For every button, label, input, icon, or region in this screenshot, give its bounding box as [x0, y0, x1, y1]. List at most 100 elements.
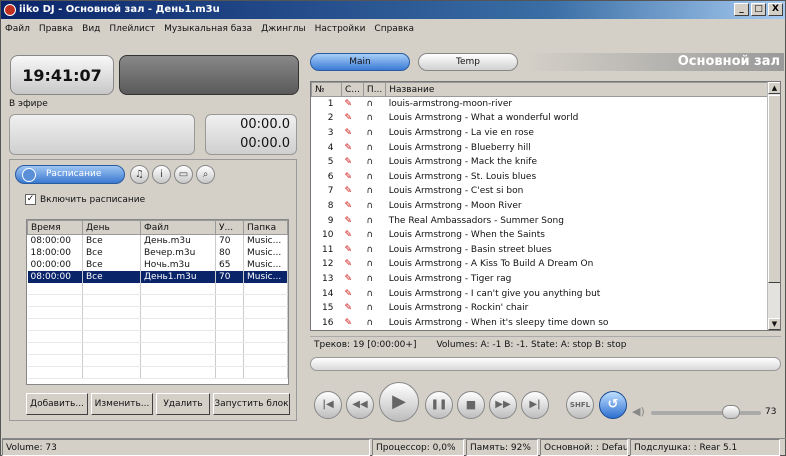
headphones-icon[interactable]: ∩: [363, 126, 385, 141]
playlist-row[interactable]: 3 ✎ ∩ Louis Armstrong - La vie en rose: [312, 126, 769, 141]
headphones-icon[interactable]: ∩: [363, 272, 385, 287]
playlist-row[interactable]: 6 ✎ ∩ Louis Armstrong - St. Louis blues: [312, 169, 769, 184]
menu-view[interactable]: Вид: [82, 20, 100, 38]
headphones-icon[interactable]: ∩: [363, 155, 385, 170]
cell-time: 18:00:00: [27, 246, 83, 259]
track-number: 9: [327, 215, 334, 226]
headphones-icon[interactable]: ∩: [363, 242, 385, 257]
pin-icon: ✎: [344, 157, 353, 168]
track-number: 2: [327, 113, 334, 124]
add-button[interactable]: Добавить...: [26, 393, 88, 415]
tab-main[interactable]: Main: [310, 53, 410, 71]
status-bar: Volume: 73 Процессор: 0,0% Память: 92% О…: [2, 438, 786, 456]
playlist-row[interactable]: 9 ✎ ∩ The Real Ambassadors - Summer Song: [312, 213, 769, 228]
menu-help[interactable]: Справка: [374, 20, 414, 38]
playlist-row[interactable]: 11 ✎ ∩ Louis Armstrong - Basin street blues: [312, 242, 769, 257]
track-title: Louis Armstrong - When it's sleepy time …: [388, 317, 609, 328]
playlist-row[interactable]: 12 ✎ ∩ Louis Armstrong - A Kiss To Build A …: [312, 257, 769, 272]
col-time[interactable]: Время: [27, 220, 83, 235]
cell-folder: Music...: [243, 258, 288, 271]
rewind-icon[interactable]: ◀◀: [346, 391, 374, 419]
playlist-row[interactable]: 14 ✎ ∩ Louis Armstrong - I can't give you a…: [312, 286, 769, 301]
playlist-row[interactable]: 2 ✎ ∩ Louis Armstrong - What a wonderful wo…: [312, 111, 769, 126]
playlist-row[interactable]: 10 ✎ ∩ Louis Armstrong - When the Saints: [312, 228, 769, 243]
stop-icon[interactable]: ■: [457, 391, 485, 419]
col-folder[interactable]: Папка: [243, 220, 288, 235]
forward-icon[interactable]: ▶▶: [489, 391, 517, 419]
headphones-icon[interactable]: ∩: [363, 140, 385, 155]
headphones-icon[interactable]: ∩: [363, 111, 385, 126]
cell-folder: Music...: [243, 246, 288, 259]
track-number: 14: [322, 288, 334, 299]
playlist-scrollbar[interactable]: ▲ ▼: [767, 82, 780, 330]
scroll-up-arrow-icon[interactable]: ▲: [768, 82, 780, 94]
search-icon[interactable]: ⌕: [196, 165, 215, 184]
headphones-icon[interactable]: ∩: [363, 286, 385, 301]
music-note-icon[interactable]: ♫: [130, 165, 149, 184]
playlist-row[interactable]: 15 ✎ ∩ Louis Armstrong - Rockin' chair: [312, 301, 769, 316]
headphones-icon[interactable]: ∩: [363, 199, 385, 214]
col-file[interactable]: Файл: [140, 220, 216, 235]
cell-file: День.m3u: [140, 234, 216, 247]
cell-time: 08:00:00: [27, 270, 83, 283]
menu-file[interactable]: Файл: [5, 20, 30, 38]
col-number[interactable]: №: [311, 82, 342, 97]
col-volume[interactable]: У...: [215, 220, 244, 235]
shuffle-button[interactable]: SHFL: [566, 391, 594, 419]
delete-button[interactable]: Удалить: [156, 393, 210, 415]
maximize-button[interactable]: □: [751, 3, 766, 16]
folder-icon[interactable]: ▭: [174, 165, 193, 184]
col-title[interactable]: Название: [385, 82, 769, 97]
headphones-icon[interactable]: ∩: [363, 228, 385, 243]
app-window: iiko DJ - Основной зал - День1.m3u _ □ X…: [0, 0, 786, 456]
scroll-down-arrow-icon[interactable]: ▼: [768, 318, 780, 330]
track-progress-bar[interactable]: [310, 357, 781, 371]
table-row[interactable]: 08:00:00 Все День.m3u 70 Music...: [27, 234, 288, 247]
playlist-row[interactable]: 13 ✎ ∩ Louis Armstrong - Tiger rag: [312, 272, 769, 287]
pause-icon[interactable]: ❚❚: [425, 391, 453, 419]
minimize-button[interactable]: _: [734, 3, 749, 16]
volume-slider[interactable]: [651, 411, 761, 415]
volume-knob[interactable]: [722, 405, 741, 419]
tab-temp[interactable]: Temp: [418, 53, 518, 71]
table-row-selected[interactable]: 08:00:00 Все День1.m3u 70 Music...: [27, 270, 288, 283]
playlist-row[interactable]: 7 ✎ ∩ Louis Armstrong - C'est si bon: [312, 184, 769, 199]
playlist-row[interactable]: 5 ✎ ∩ Louis Armstrong - Mack the knife: [312, 155, 769, 170]
repeat-icon[interactable]: ↺: [599, 391, 627, 419]
headphones-icon[interactable]: ∩: [363, 213, 385, 228]
playlist-row[interactable]: 1 ✎ ∩ louis-armstrong-moon-river: [312, 97, 769, 112]
enable-schedule-row[interactable]: ✓ Включить расписание: [25, 194, 145, 205]
col-preview[interactable]: П...: [362, 82, 387, 97]
headphones-icon[interactable]: ∩: [363, 97, 385, 112]
playlist-row[interactable]: 16 ✎ ∩ Louis Armstrong - When it's sleepy t…: [312, 315, 769, 330]
scroll-thumb[interactable]: [768, 95, 780, 283]
menu-playlist[interactable]: Плейлист: [109, 20, 155, 38]
menu-music-base[interactable]: Музыкальная база: [164, 20, 252, 38]
tab-schedule[interactable]: Расписание: [15, 165, 125, 184]
table-row[interactable]: 00:00:00 Все Ночь.m3u 65 Music...: [27, 258, 288, 271]
menu-jingles[interactable]: Джинглы: [261, 20, 305, 38]
menu-edit[interactable]: Правка: [39, 20, 73, 38]
run-block-button[interactable]: Запустить блок: [213, 393, 290, 415]
info-icon[interactable]: i: [152, 165, 171, 184]
menu-settings[interactable]: Настройки: [315, 20, 366, 38]
playlist-row[interactable]: 8 ✎ ∩ Louis Armstrong - Moon River: [312, 199, 769, 214]
col-day[interactable]: День: [82, 220, 141, 235]
col-status[interactable]: С...: [341, 82, 364, 97]
table-row[interactable]: 18:00:00 Все Вечер.m3u 80 Music...: [27, 246, 288, 259]
edit-button[interactable]: Изменить...: [91, 393, 153, 415]
cell-time: 00:00:00: [27, 258, 83, 271]
headphones-icon[interactable]: ∩: [363, 184, 385, 199]
close-button[interactable]: X: [768, 3, 783, 16]
headphones-icon[interactable]: ∩: [363, 315, 385, 330]
skip-end-icon[interactable]: ▶|: [521, 391, 549, 419]
headphones-icon[interactable]: ∩: [363, 169, 385, 184]
headphones-icon[interactable]: ∩: [363, 301, 385, 316]
play-icon[interactable]: ▶: [379, 382, 419, 422]
cell-file: Ночь.m3u: [140, 258, 216, 271]
headphones-icon[interactable]: ∩: [363, 257, 385, 272]
playlist-row[interactable]: 4 ✎ ∩ Louis Armstrong - Blueberry hill: [312, 140, 769, 155]
skip-start-icon[interactable]: |◀: [314, 391, 342, 419]
enable-schedule-checkbox[interactable]: ✓: [25, 194, 36, 205]
cell-volume: 70: [215, 234, 244, 247]
